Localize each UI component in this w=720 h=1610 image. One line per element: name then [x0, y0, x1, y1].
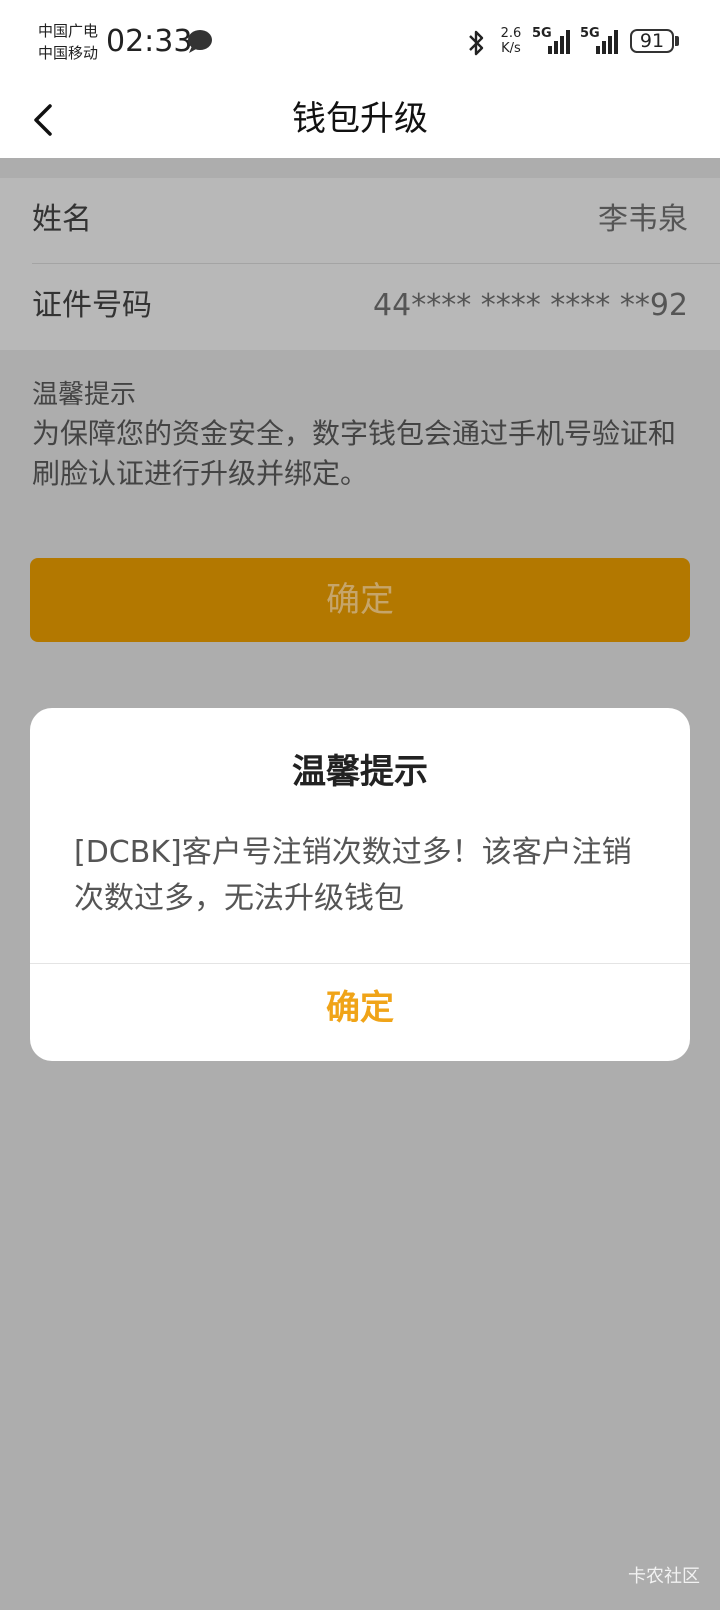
confirm-button[interactable]: 确定: [30, 558, 690, 642]
signal-bars-icon: [596, 30, 618, 54]
signal-bars-icon: [548, 30, 570, 54]
id-number-row: 证件号码 44**** **** **** **92: [0, 264, 720, 350]
chat-bubble-icon: [188, 30, 212, 53]
nav-bar: 钱包升级: [0, 84, 720, 158]
name-row: 姓名 李韦泉: [0, 178, 720, 264]
watermark: 卡农社区: [628, 1566, 700, 1587]
dialog-title: 温馨提示: [292, 752, 428, 792]
speed-value: 2.6: [500, 26, 522, 41]
speed-unit: K/s: [501, 41, 521, 56]
signal-1: 5G: [532, 26, 576, 56]
id-number-value: 44**** **** **** **92: [373, 288, 688, 323]
dialog-confirm-button[interactable]: 确定: [30, 964, 690, 1061]
name-label: 姓名: [32, 202, 92, 237]
bluetooth-icon: [469, 30, 484, 56]
status-bar: 中国广电 中国移动 02:33 2.6 K/s 5G 5G 91: [0, 0, 720, 84]
carrier-2: 中国移动: [38, 44, 99, 62]
name-value: 李韦泉: [598, 202, 688, 237]
page-title: 钱包升级: [292, 99, 428, 139]
battery-indicator: 91: [630, 29, 674, 53]
carrier-1: 中国广电: [38, 22, 99, 40]
dialog-message: [DCBK]客户号注销次数过多！该客户注销次数过多，无法升级钱包: [74, 835, 632, 916]
carrier-info: 中国广电 中国移动: [38, 20, 98, 64]
battery-tip: [675, 36, 679, 46]
clock: 02:33: [106, 24, 193, 59]
id-number-label: 证件号码: [32, 288, 152, 323]
tip-title: 温馨提示: [32, 380, 137, 410]
alert-dialog: 温馨提示 [DCBK]客户号注销次数过多！该客户注销次数过多，无法升级钱包 确定: [30, 708, 690, 1061]
tip-body: 为保障您的资金安全，数字钱包会通过手机号验证和刷脸认证进行升级并绑定。: [32, 417, 677, 490]
signal-2: 5G: [580, 26, 624, 56]
network-speed: 2.6 K/s: [496, 26, 526, 56]
user-info-card: 姓名 李韦泉 证件号码 44**** **** **** **92: [0, 178, 720, 350]
